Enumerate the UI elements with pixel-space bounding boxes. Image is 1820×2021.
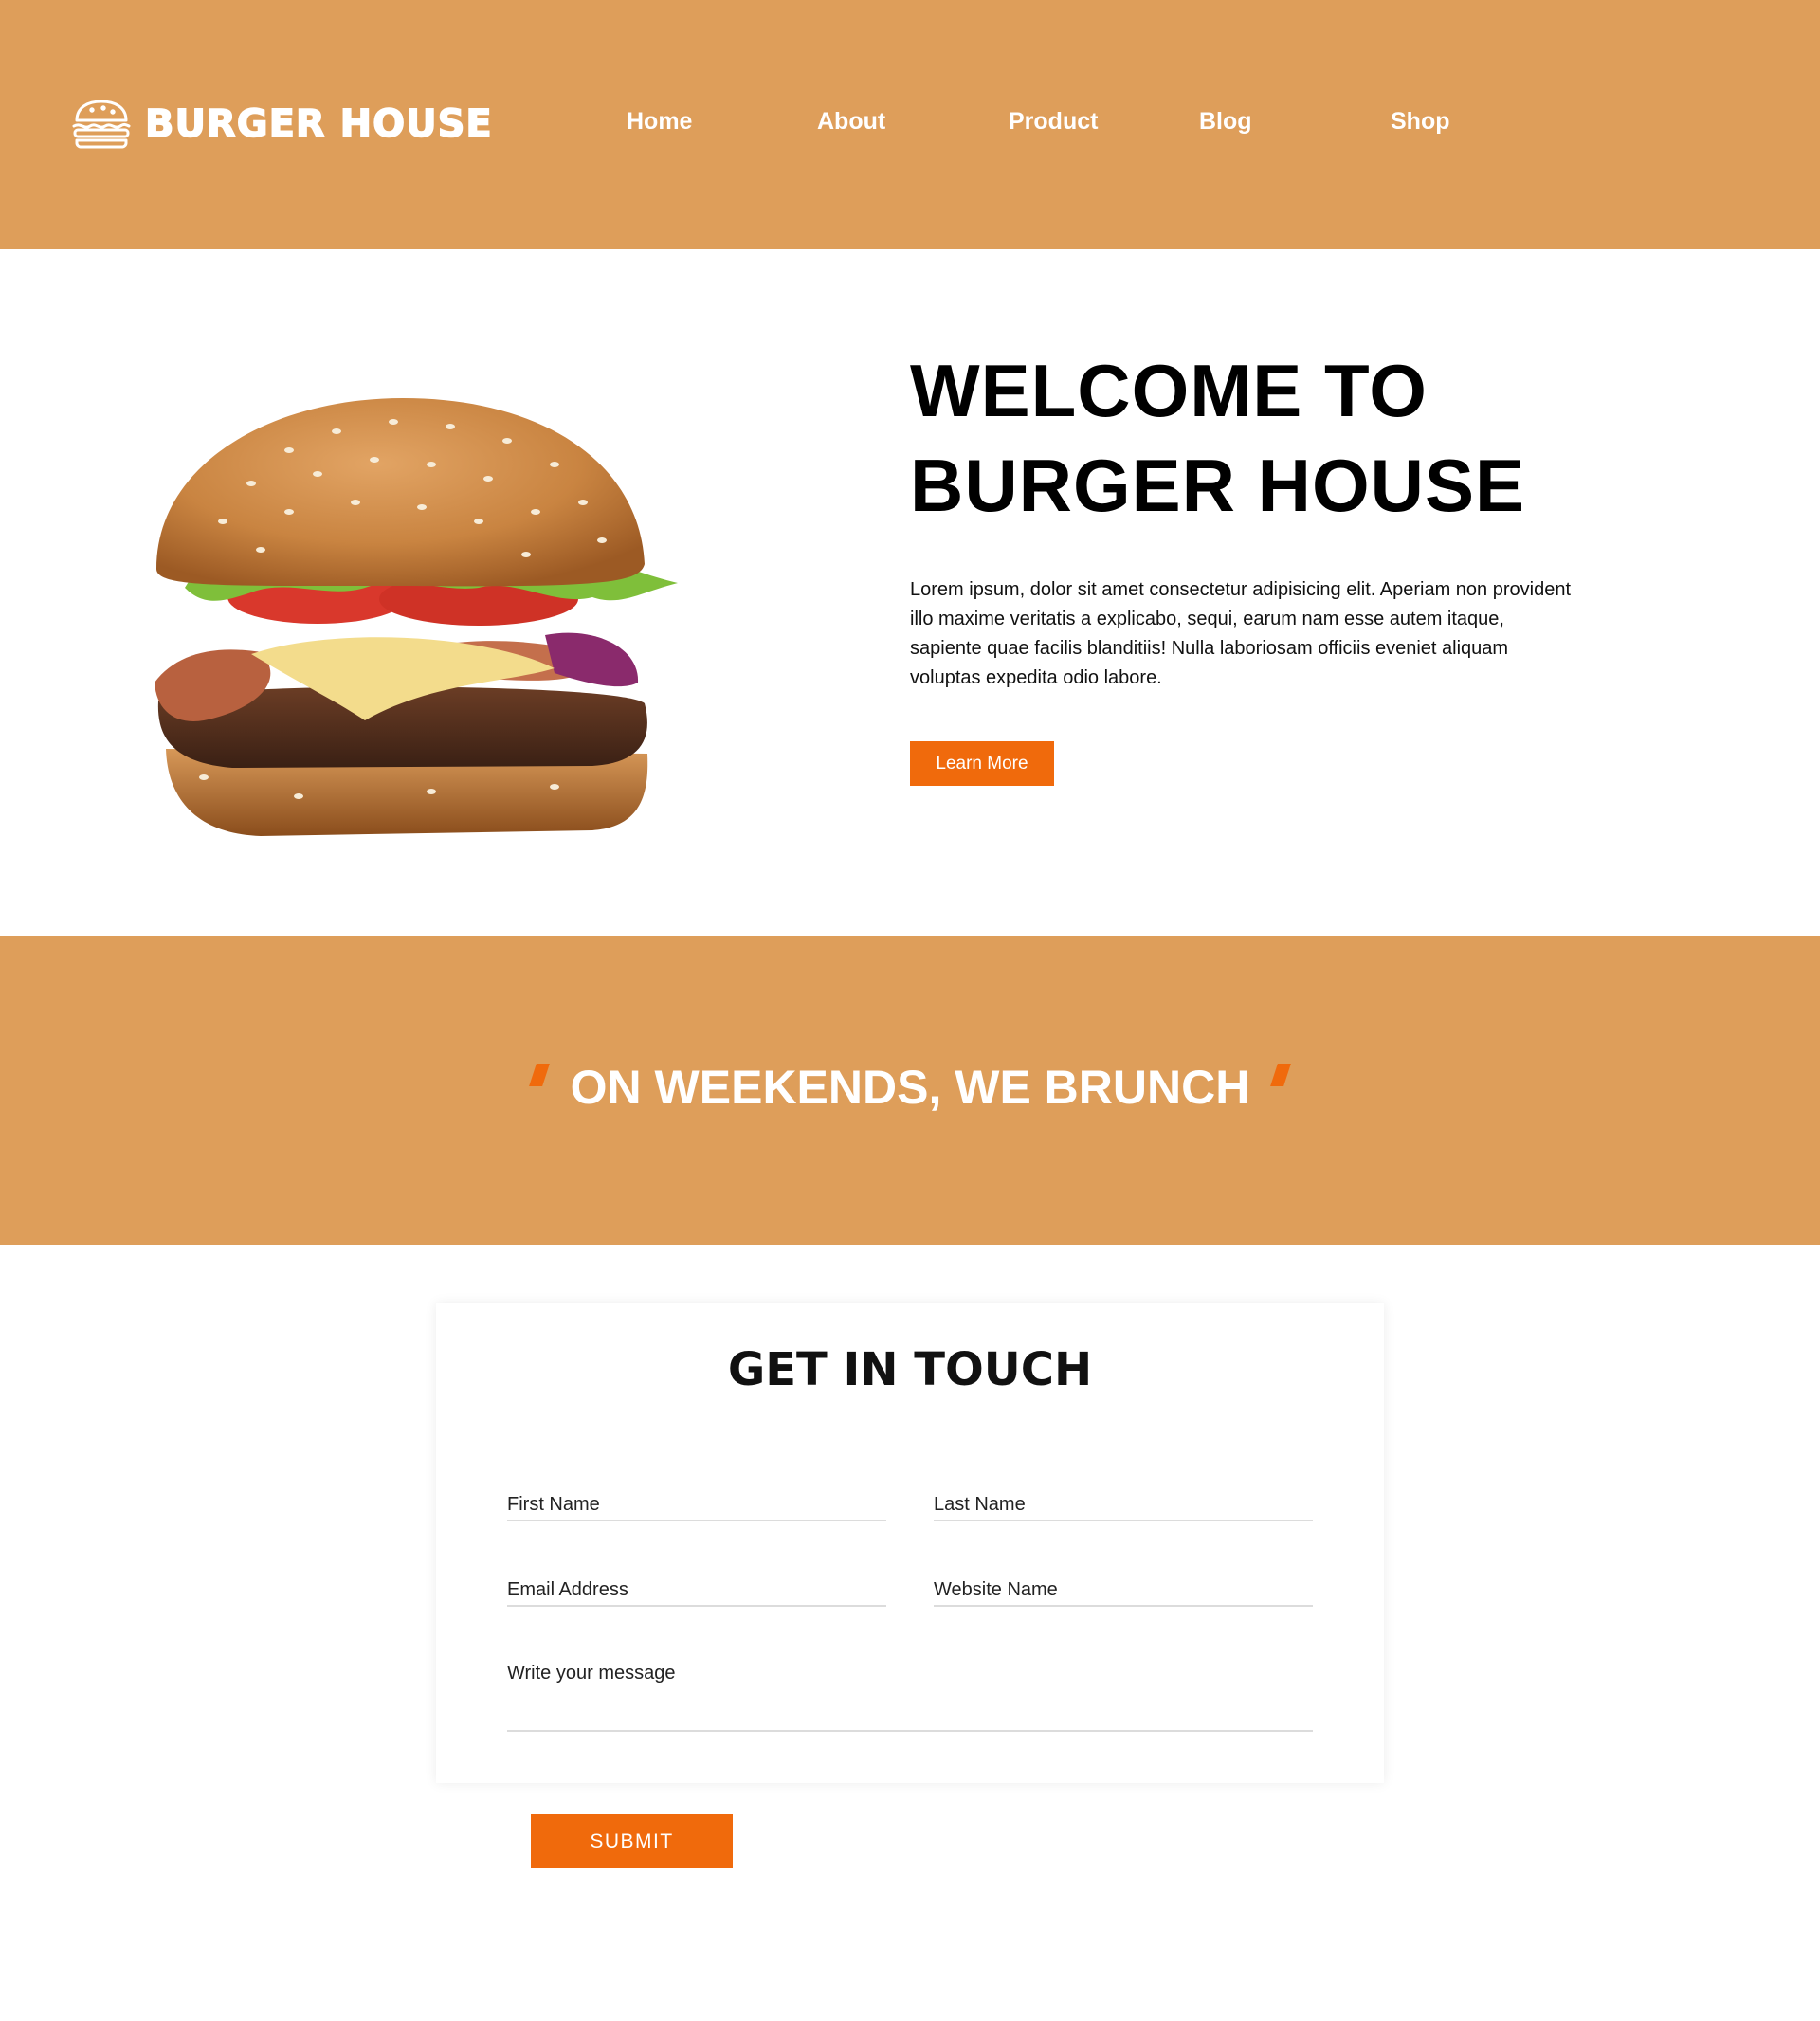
hero-title-line-2: BURGER HOUSE xyxy=(910,444,1526,527)
first-name-field[interactable] xyxy=(507,1489,886,1521)
submit-button[interactable]: SUBMIT xyxy=(531,1814,733,1868)
nav-about[interactable]: About xyxy=(817,108,885,136)
message-field[interactable] xyxy=(507,1663,1313,1732)
hero-title-line-1: WELCOME TO xyxy=(910,349,1428,432)
brand-name: BURGER HOUSE xyxy=(144,101,493,147)
site-header: BURGER HOUSE Home About Product Blog Sho… xyxy=(0,0,1820,249)
nav-product[interactable]: Product xyxy=(1009,108,1098,136)
nav-blog[interactable]: Blog xyxy=(1199,108,1252,136)
website-field[interactable] xyxy=(934,1575,1313,1607)
last-name-field[interactable] xyxy=(934,1489,1313,1521)
email-field[interactable] xyxy=(507,1575,886,1607)
nav-home[interactable]: Home xyxy=(627,108,692,136)
brunch-quote: ON WEEKENDS, WE BRUNCH xyxy=(0,1060,1820,1115)
quote-close-icon xyxy=(1270,1064,1292,1086)
nav-shop[interactable]: Shop xyxy=(1391,108,1450,136)
quote-open-icon xyxy=(528,1064,550,1086)
learn-more-button[interactable]: Learn More xyxy=(910,741,1054,786)
burger-photo xyxy=(155,398,678,836)
hero-title: WELCOME TO BURGER HOUSE xyxy=(910,343,1687,533)
contact-title: GET IN TOUCH xyxy=(727,1343,1093,1396)
brunch-quote-text: ON WEEKENDS, WE BRUNCH xyxy=(570,1061,1250,1114)
contact-form-card: GET IN TOUCH xyxy=(436,1303,1384,1783)
brand-logo[interactable]: BURGER HOUSE xyxy=(71,100,493,149)
hero-description: Lorem ipsum, dolor sit amet consectetur … xyxy=(910,579,1572,688)
burger-icon xyxy=(72,100,131,149)
